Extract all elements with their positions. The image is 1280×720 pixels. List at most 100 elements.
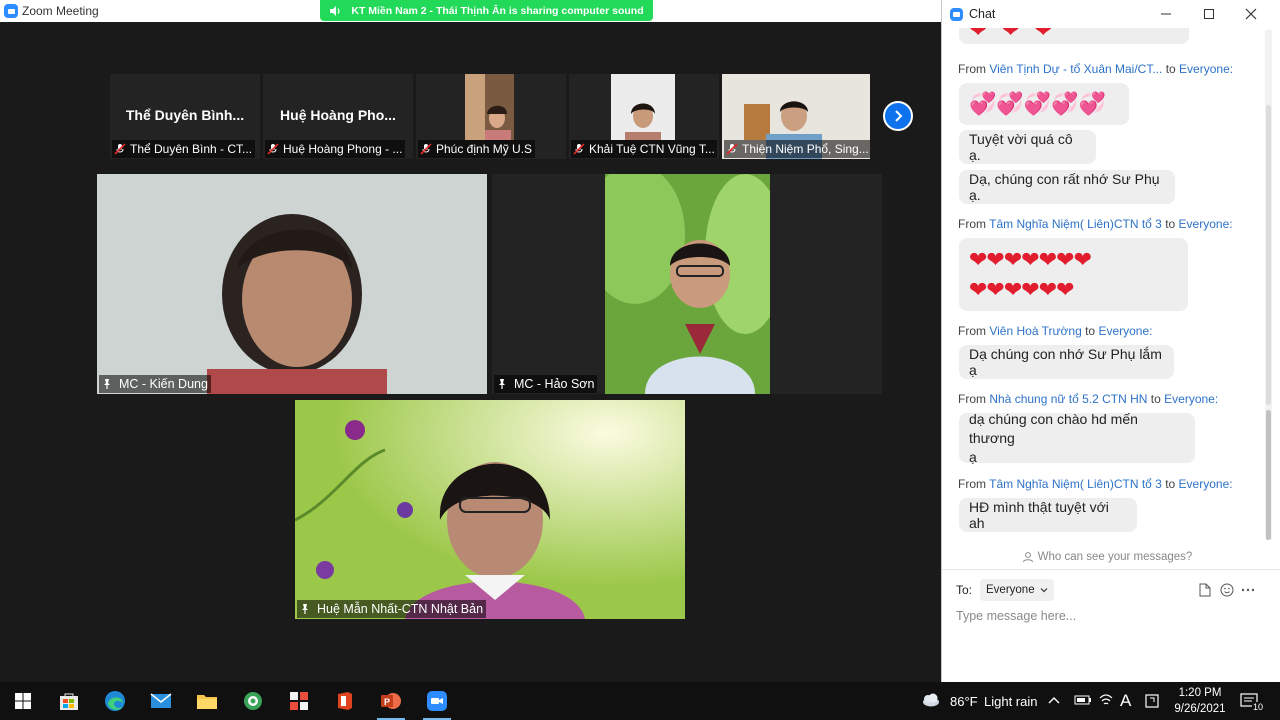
video-tile[interactable]: MC - Hảo Sơn xyxy=(492,174,882,394)
mail-icon xyxy=(150,693,172,708)
minimize-icon xyxy=(1161,13,1171,15)
participant-display-name: Huệ Hoàng Pho... xyxy=(280,107,396,123)
chat-message-bubble: Dạ, chúng con rất nhớ Sư Phụ ạ. xyxy=(959,170,1175,204)
recipient-name[interactable]: Everyone: xyxy=(1164,392,1218,406)
sender-name[interactable]: Nhà chung nữ tổ 5.2 CTN HN xyxy=(989,392,1147,406)
sender-name[interactable]: Tâm Nghĩa Niệm( Liên)CTN tổ 3 xyxy=(989,217,1162,231)
participant-label-text: Thể Duyên Bình - CT... xyxy=(130,142,253,156)
video-tile[interactable]: Huệ Mẫn Nhất-CTN Nhật Bản xyxy=(295,400,685,619)
participant-label-text: Huệ Hoàng Phong - ... xyxy=(283,142,403,156)
input-method-icon[interactable]: A xyxy=(1120,691,1131,711)
emoji-button[interactable] xyxy=(1219,582,1235,598)
weather-description[interactable]: Light rain xyxy=(984,694,1037,709)
chat-divider xyxy=(942,569,1280,570)
minimize-button[interactable] xyxy=(1156,4,1176,24)
pin-icon xyxy=(302,604,308,614)
file-button[interactable] xyxy=(1197,582,1213,598)
participant-thumbnail[interactable]: Phúc định Mỹ U.S xyxy=(416,74,566,159)
participant-label-text: MC - Kiến Dung xyxy=(119,377,208,391)
to-word: to xyxy=(1165,217,1176,231)
participant-label-text: Khải Tuệ CTN Vũng T... xyxy=(589,142,715,156)
close-icon xyxy=(1245,8,1257,20)
to-word: to xyxy=(1150,392,1161,406)
taskbar-snip-tool[interactable] xyxy=(276,682,322,720)
recipient-name[interactable]: Everyone: xyxy=(1179,217,1233,231)
from-label: From xyxy=(958,62,986,76)
recipient-name[interactable]: Everyone: xyxy=(1179,477,1233,491)
participant-thumbnail[interactable]: Khải Tuệ CTN Vũng T... xyxy=(569,74,719,159)
battery-icon[interactable] xyxy=(1074,694,1092,706)
chat-message-bubble: ❤ ❤ ❤ xyxy=(959,28,1189,44)
chat-message-bubble: dạ chúng con chào hd mến thương ạ xyxy=(959,410,1195,465)
more-options-button[interactable] xyxy=(1240,582,1256,598)
notification-count: 10 xyxy=(1252,702,1265,712)
maximize-icon xyxy=(1204,9,1214,19)
zoom-meeting-window: Zoom Meeting KT Miền Nam 2 - Thái Thịnh … xyxy=(0,0,941,682)
chat-message-bubble: Dạ chúng con nhớ Sư Phụ lắm ạ xyxy=(959,345,1174,379)
volume-icon[interactable] xyxy=(1144,693,1160,709)
file-icon xyxy=(1199,583,1211,597)
more-dots-icon xyxy=(1241,588,1255,592)
sender-name[interactable]: Tâm Nghĩa Niệm( Liên)CTN tổ 3 xyxy=(989,477,1162,491)
taskbar-file-explorer[interactable] xyxy=(184,682,230,720)
emoji-icon xyxy=(1220,583,1234,597)
participant-video-image xyxy=(465,74,514,140)
who-can-see-link[interactable]: Who can see your messages? xyxy=(942,547,1272,567)
wifi-icon[interactable] xyxy=(1098,693,1114,707)
recipient-name[interactable]: Everyone: xyxy=(1098,324,1152,338)
participant-name-label: Thiện Niệm Phổ, Sing... xyxy=(724,140,870,158)
mic-muted-icon xyxy=(114,143,126,155)
participant-display-name: Thể Duyên Bình... xyxy=(125,107,245,123)
participant-video-image xyxy=(97,174,487,394)
taskbar-powerpoint[interactable]: P xyxy=(368,682,414,720)
video-tile[interactable]: MC - Kiến Dung xyxy=(97,174,487,394)
taskbar-edge[interactable] xyxy=(92,682,138,720)
taskbar-clock[interactable]: 1:20 PM 9/26/2021 xyxy=(1166,685,1234,717)
close-button[interactable] xyxy=(1241,4,1261,24)
message-text: Dạ chúng con nhớ Sư Phụ lắm ạ xyxy=(969,346,1162,378)
taskbar-office[interactable] xyxy=(322,682,368,720)
windows-taskbar: P 86°F Light rain A 10 xyxy=(0,682,1280,720)
pin-icon xyxy=(104,379,110,389)
chat-messages-list[interactable]: ❤ ❤ ❤ From Viên Tịnh Dự - tổ Xuân Mai/CT… xyxy=(942,28,1280,542)
participant-video-image xyxy=(295,400,685,619)
edge-browser-icon xyxy=(105,691,125,711)
zoom-app-icon xyxy=(427,691,447,711)
recipient-select-value: Everyone xyxy=(986,584,1035,596)
participant-thumbnail[interactable]: Thể Duyên Bình... Thể Duyên Bình - CT... xyxy=(110,74,260,159)
message-text: HĐ mình thật tuyệt với ah xyxy=(969,499,1109,531)
participant-thumbnail[interactable]: Huệ Hoàng Pho... Huệ Hoàng Phong - ... xyxy=(263,74,413,159)
participant-label-text: MC - Hảo Sơn xyxy=(514,377,595,391)
recipient-name[interactable]: Everyone: xyxy=(1179,62,1233,76)
taskbar-app-green[interactable] xyxy=(230,682,276,720)
sharing-sound-banner[interactable]: KT Miền Nam 2 - Thái Thịnh Ân is sharing… xyxy=(320,0,653,21)
message-header: From Tâm Nghĩa Niệm( Liên)CTN tổ 3 to Ev… xyxy=(958,217,1233,231)
zoom-logo-icon xyxy=(4,4,18,18)
message-header: From Viên Hoà Trường to Everyone: xyxy=(958,324,1152,338)
chat-scrollbar-region xyxy=(1266,105,1271,405)
chat-message-input[interactable] xyxy=(956,606,1256,626)
participant-name-label: MC - Hảo Sơn xyxy=(494,375,598,393)
office-icon xyxy=(338,692,352,710)
mic-muted-icon xyxy=(267,143,279,155)
taskbar-store[interactable] xyxy=(46,682,92,720)
sender-name[interactable]: Viên Hoà Trường xyxy=(989,324,1081,338)
taskbar-mail[interactable] xyxy=(138,682,184,720)
sender-name[interactable]: Viên Tịnh Dự - tổ Xuân Mai/CT... xyxy=(989,62,1162,76)
taskbar-zoom[interactable] xyxy=(414,682,460,720)
from-label: From xyxy=(958,477,986,491)
message-text: dạ chúng con chào hd mến thương xyxy=(969,410,1138,446)
participant-thumbnail[interactable]: Thiện Niệm Phổ, Sing... xyxy=(722,74,870,159)
participant-name-label: MC - Kiến Dung xyxy=(99,375,211,393)
chat-scrollbar-thumb[interactable] xyxy=(1266,410,1271,540)
maximize-button[interactable] xyxy=(1199,4,1219,24)
next-page-button[interactable] xyxy=(883,101,913,131)
chevron-up-icon[interactable] xyxy=(1047,695,1061,705)
chevron-right-icon xyxy=(895,110,903,122)
recipient-select[interactable]: Everyone xyxy=(980,579,1054,601)
weather-temperature[interactable]: 86°F xyxy=(950,694,978,709)
message-text: Dạ, chúng con rất nhớ Sư Phụ ạ. xyxy=(969,171,1160,203)
from-label: From xyxy=(958,324,986,338)
participant-video-image xyxy=(611,74,675,140)
start-button[interactable] xyxy=(0,682,46,720)
